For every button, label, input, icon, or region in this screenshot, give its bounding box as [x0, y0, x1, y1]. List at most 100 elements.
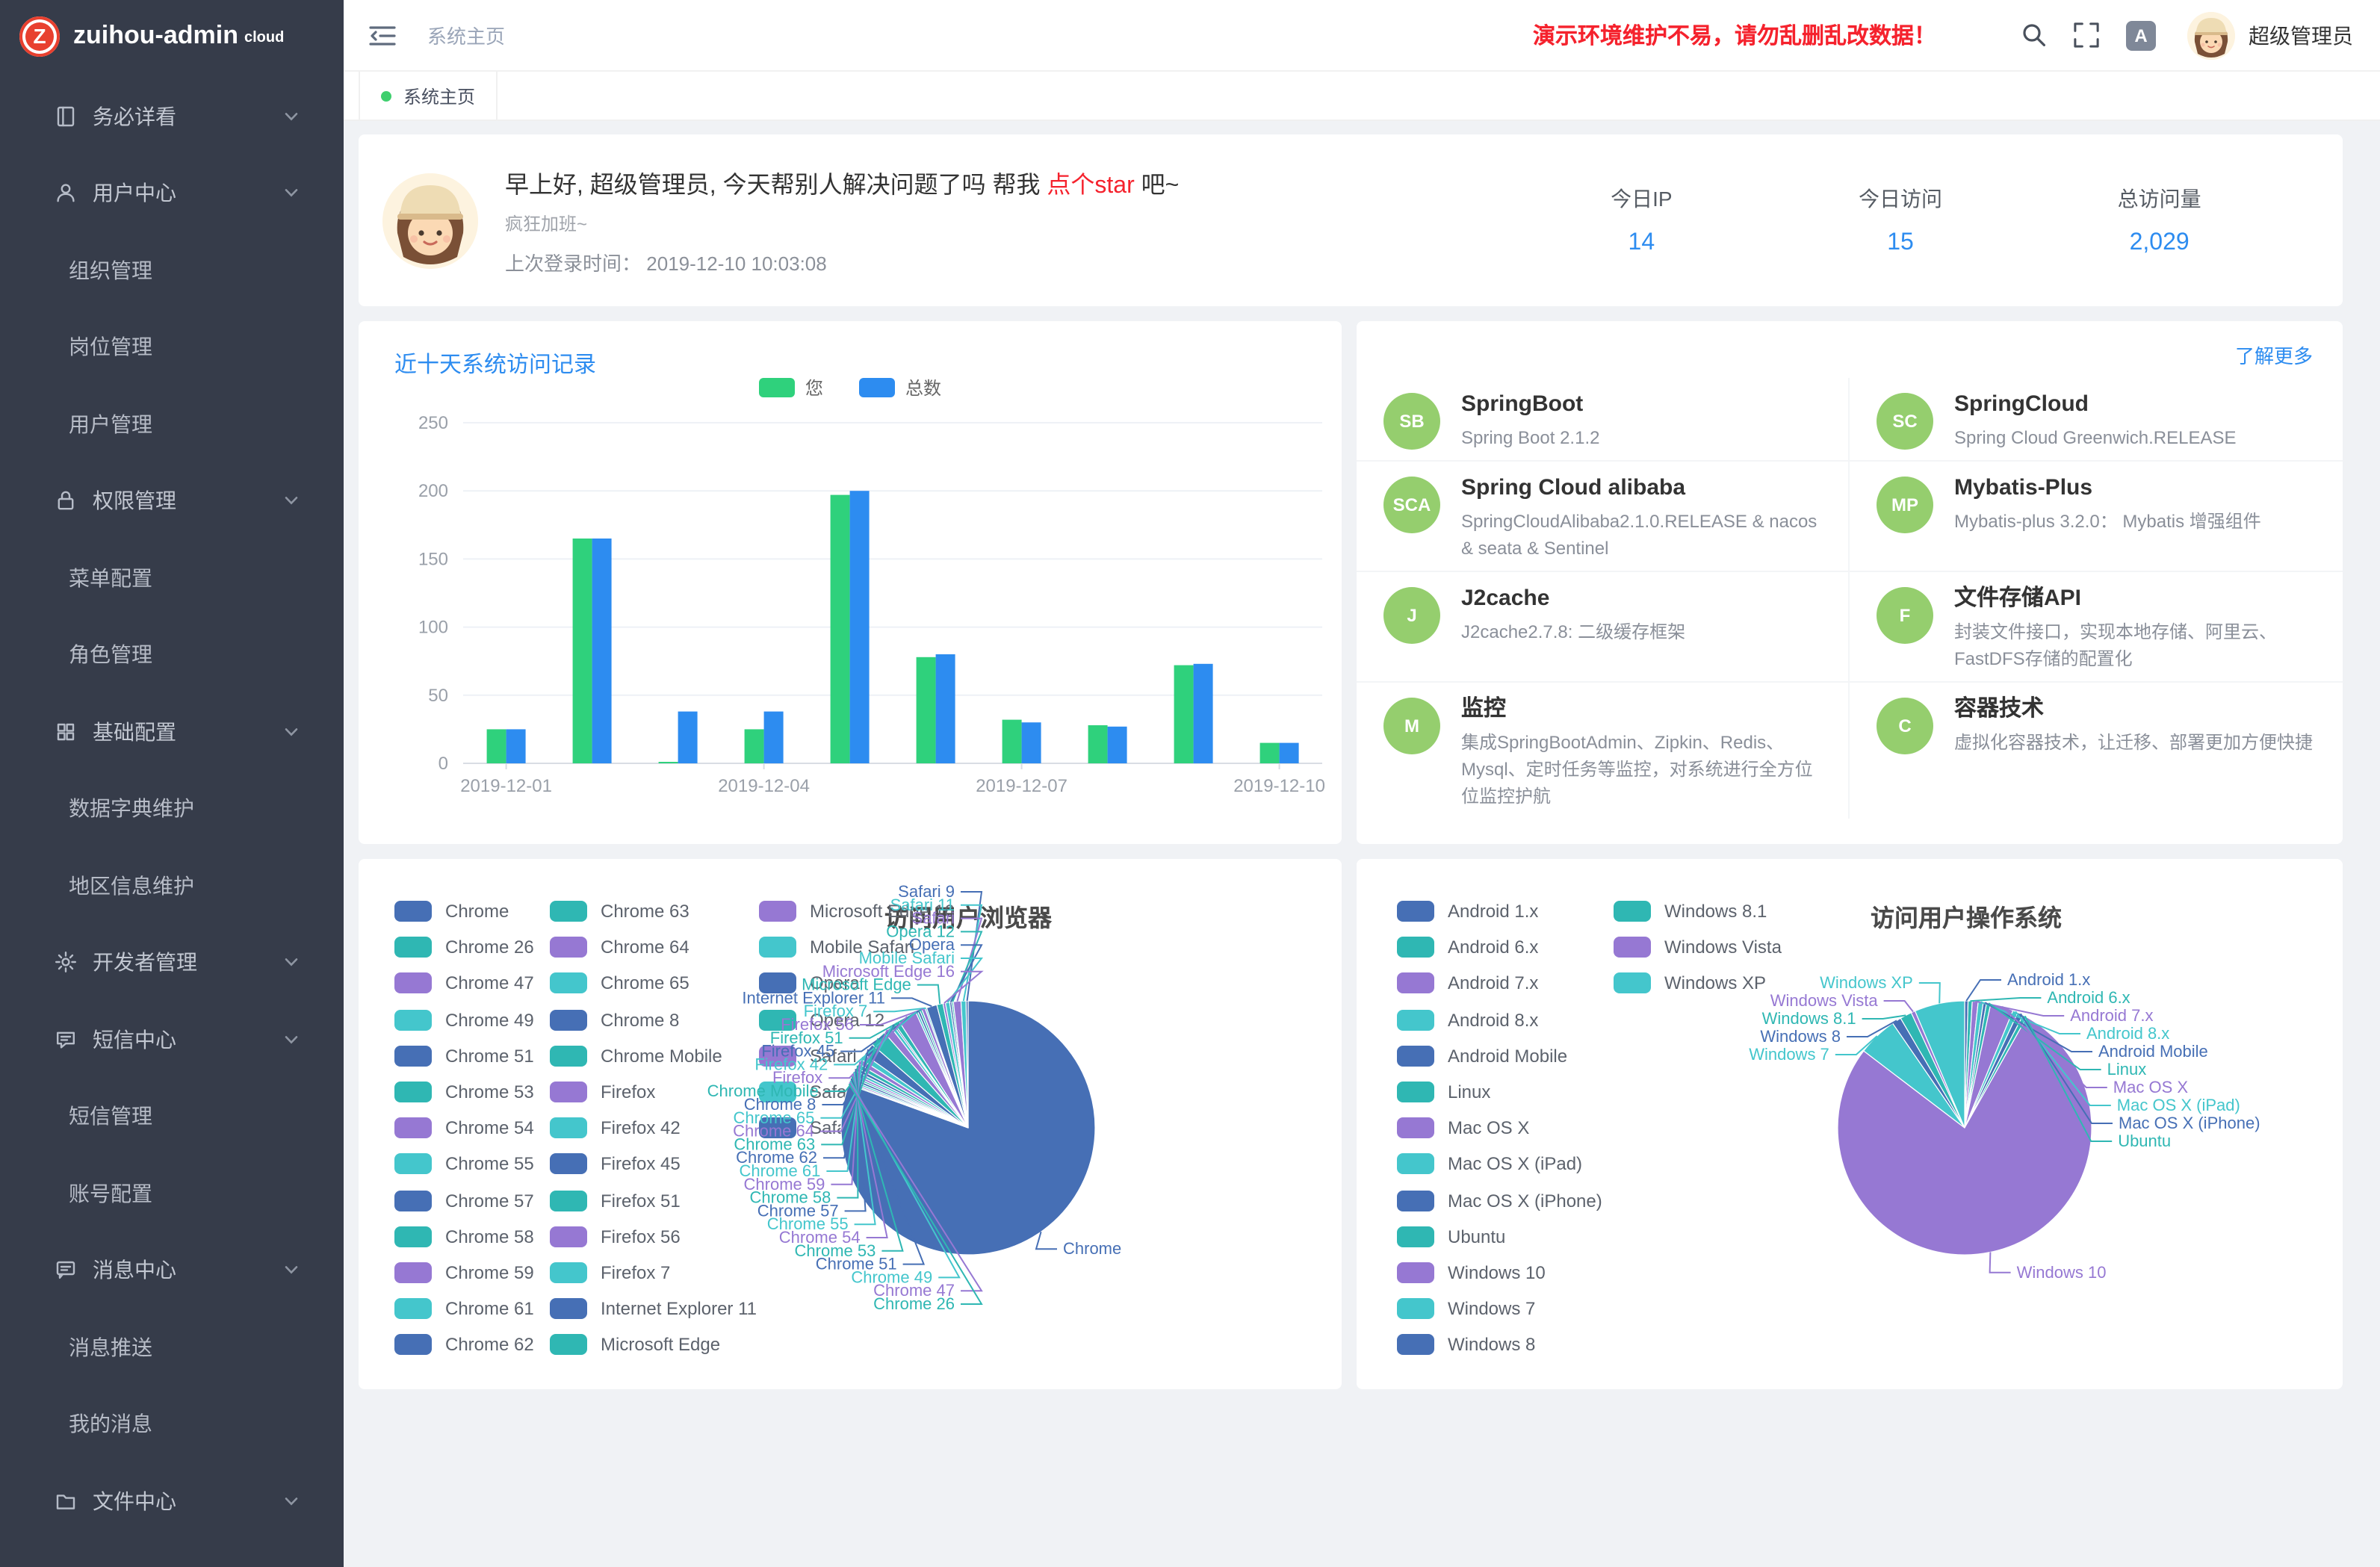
sidebar-item-2[interactable]: 权限管理 [0, 462, 344, 539]
tech-title: Spring Cloud alibaba [1461, 474, 1821, 502]
chevron-down-icon [282, 723, 300, 741]
pies-row: 访问用户浏览器 ChromeChrome 26Chrome 47Chrome 4… [359, 859, 2343, 1389]
svg-text:Mac OS X (iPad): Mac OS X (iPad) [2117, 1096, 2240, 1114]
sidebar-item-label: 用户中心 [93, 179, 176, 208]
sidebar-subitem-2-0[interactable]: 菜单配置 [0, 539, 344, 616]
sidebar-item-1[interactable]: 用户中心 [0, 155, 344, 232]
sidebar-subitem-1-0[interactable]: 组织管理 [0, 232, 344, 308]
tech-title: SpringCloud [1954, 390, 2237, 418]
fullscreen-icon[interactable] [2074, 22, 2099, 48]
sidebar-item-label: 权限管理 [93, 486, 176, 516]
sidebar-subitem-1-1[interactable]: 岗位管理 [0, 308, 344, 385]
svg-text:2019-12-10: 2019-12-10 [1233, 776, 1325, 796]
bar-chart-legend: 您 总数 [359, 375, 1342, 400]
sidebar-item-7[interactable]: 文件中心 [0, 1462, 344, 1539]
svg-text:Linux: Linux [2107, 1060, 2147, 1079]
greeting-avatar [382, 173, 478, 268]
sidebar-subitem-label: 数据字典维护 [69, 794, 194, 824]
tech-badge: F [1877, 587, 1933, 644]
main-column: 系统主页 演示环境维护不易，请勿乱删乱改数据！ A 超级管理员 系统主页 [344, 0, 2380, 1567]
svg-text:Android 1.x: Android 1.x [2007, 970, 2090, 989]
stat-2: 总访问量2,029 [2030, 184, 2289, 257]
tech-item-5: F文件存储API封装文件接口，实现本地存储、阿里云、FastDFS存储的配置化 [1850, 572, 2343, 683]
star-link[interactable]: 点个star [1047, 173, 1134, 199]
svg-text:Ubuntu: Ubuntu [2118, 1132, 2171, 1150]
tab-bar: 系统主页 [344, 72, 2380, 121]
stat-label: 今日访问 [1771, 184, 2030, 214]
tech-item-2: SCASpring Cloud alibabaSpringCloudAlibab… [1357, 462, 1850, 572]
tech-desc: 集成SpringBootAdmin、Zipkin、Redis、Mysql、定时任… [1461, 729, 1821, 810]
tab-active-dot [381, 90, 391, 101]
tech-desc: Spring Boot 2.1.2 [1461, 424, 1599, 451]
greeting-message: 早上好, 超级管理员, 今天帮别人解决问题了吗 帮我 点个star 吧~ [505, 164, 1512, 200]
tech-item-6: M监控集成SpringBootAdmin、Zipkin、Redis、Mysql、… [1357, 683, 1850, 819]
sidebar-subitem-5-0[interactable]: 短信管理 [0, 1078, 344, 1155]
lock-icon [54, 489, 78, 513]
tech-title: SpringBoot [1461, 390, 1599, 418]
stat-label: 总访问量 [2030, 184, 2289, 214]
sms-icon [54, 1028, 78, 1052]
bar-legend-1[interactable]: 总数 [859, 375, 941, 400]
greeting-message-prefix: 早上好, 超级管理员, 今天帮别人解决问题了吗 帮我 [505, 173, 1047, 199]
sidebar-subitem-6-1[interactable]: 我的消息 [0, 1386, 344, 1462]
username[interactable]: 超级管理员 [2249, 20, 2353, 50]
sidebar-subitem-label: 菜单配置 [69, 563, 152, 593]
tech-badge: SC [1877, 393, 1933, 450]
topbar: 系统主页 演示环境维护不易，请勿乱删乱改数据！ A 超级管理员 [344, 0, 2380, 72]
sidebar-subitem-label: 用户管理 [69, 409, 152, 439]
charts-row: 近十天系统访问记录 您总数 0501001502002502019-12-012… [359, 321, 2343, 844]
main-content: 早上好, 超级管理员, 今天帮别人解决问题了吗 帮我 点个star 吧~ 疯狂加… [344, 121, 2380, 1567]
sidebar-subitem-label: 短信管理 [69, 1102, 152, 1132]
tech-title: Mybatis-Plus [1954, 474, 2261, 502]
sidebar-item-4[interactable]: 开发者管理 [0, 924, 344, 1001]
sidebar-subitem-6-0[interactable]: 消息推送 [0, 1309, 344, 1386]
browser-pie-chart[interactable]: Safari 9Safari 11SafariOpera 12OperaMobi… [359, 859, 1342, 1389]
svg-text:50: 50 [428, 686, 448, 706]
chevron-down-icon [282, 1031, 300, 1049]
tab-home[interactable]: 系统主页 [359, 72, 498, 120]
tech-badge: C [1877, 698, 1933, 754]
grid-icon [54, 720, 78, 744]
os-pie-chart[interactable]: Windows XPWindows VistaWindows 8.1Window… [1357, 859, 2343, 1389]
app-title: zuihou-admin [73, 21, 238, 51]
breadcrumb: 系统主页 [427, 21, 505, 49]
svg-text:Windows 8: Windows 8 [1760, 1027, 1841, 1046]
app-logo[interactable]: Z zuihou-admin cloud [0, 0, 344, 72]
tech-badge: SB [1383, 393, 1440, 450]
menu-collapse-icon[interactable] [369, 23, 396, 47]
svg-text:250: 250 [418, 413, 448, 433]
tech-desc: SpringCloudAlibaba2.1.0.RELEASE & nacos … [1461, 508, 1821, 562]
learn-more-link[interactable]: 了解更多 [2235, 341, 2313, 369]
tech-grid: SB SpringBoot Spring Boot 2.1.2 SC SpringClo… [1357, 378, 2343, 819]
os-pie-card: 访问用户操作系统 Android 1.xAndroid 6.xAndroid 7… [1357, 859, 2343, 1389]
font-size-icon[interactable]: A [2126, 20, 2156, 50]
search-icon[interactable] [2021, 22, 2047, 48]
bar-legend-0[interactable]: 您 [759, 375, 823, 400]
sidebar-subitem-3-0[interactable]: 数据字典维护 [0, 770, 344, 847]
sidebar-item-label: 消息中心 [93, 1256, 176, 1285]
book-icon [54, 105, 78, 128]
sidebar-subitem-1-2[interactable]: 用户管理 [0, 385, 344, 462]
sidebar-subitem-5-1[interactable]: 账号配置 [0, 1155, 344, 1232]
user-avatar[interactable] [2187, 11, 2235, 59]
sidebar-item-5[interactable]: 短信中心 [0, 1001, 344, 1078]
svg-text:Mac OS X (iPhone): Mac OS X (iPhone) [2119, 1114, 2260, 1132]
sidebar-item-0[interactable]: 务必详看 [0, 78, 344, 155]
sidebar-subitem-label: 我的消息 [69, 1409, 152, 1439]
greeting-message-suffix: 吧~ [1135, 173, 1180, 199]
sidebar-item-6[interactable]: 消息中心 [0, 1232, 344, 1309]
sidebar-item-3[interactable]: 基础配置 [0, 693, 344, 770]
greeting-text: 早上好, 超级管理员, 今天帮别人解决问题了吗 帮我 点个star 吧~ 疯狂加… [505, 164, 1512, 276]
sidebar-item-label: 务必详看 [93, 102, 176, 131]
tech-desc: Mybatis-plus 3.2.0： Mybatis 增强组件 [1954, 508, 2261, 535]
app-title-badge: cloud [244, 30, 284, 46]
legend-chip [759, 378, 795, 397]
svg-text:Android Mobile: Android Mobile [2098, 1042, 2208, 1061]
svg-text:Windows XP: Windows XP [1820, 973, 1913, 992]
svg-text:Windows 10: Windows 10 [2017, 1263, 2107, 1282]
svg-text:Windows Vista: Windows Vista [1770, 991, 1879, 1010]
sidebar-subitem-3-1[interactable]: 地区信息维护 [0, 847, 344, 924]
tech-desc: 虚拟化容器技术，让迁移、部署更加方便快捷 [1954, 729, 2313, 756]
sidebar-subitem-2-1[interactable]: 角色管理 [0, 616, 344, 693]
svg-text:100: 100 [418, 618, 448, 638]
